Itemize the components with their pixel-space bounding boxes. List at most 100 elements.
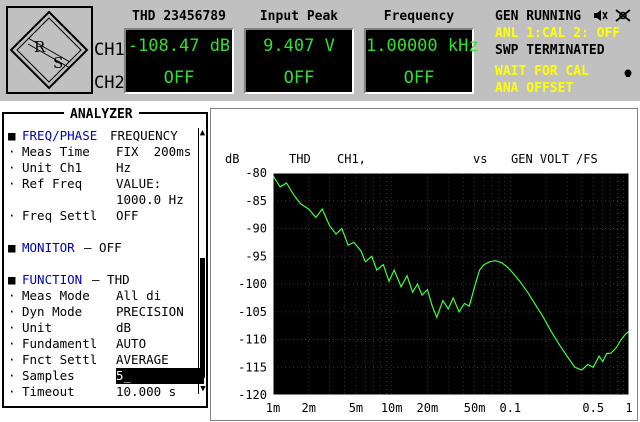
- panel-row[interactable]: · Meas Mode All di: [8, 288, 204, 304]
- scroll-thumb[interactable]: [200, 258, 205, 378]
- row-label: Timeout: [22, 384, 75, 399]
- panel-row: [8, 224, 204, 240]
- panel-scrollbar[interactable]: ▲ ▼: [198, 128, 206, 394]
- input-peak-ch1-value: 9.407 V: [263, 36, 335, 56]
- x-tick-label: 1m: [266, 401, 280, 415]
- row-value[interactable]: 10.000 s: [116, 384, 176, 400]
- panel-row[interactable]: ■ MONITOR — OFF: [8, 240, 204, 256]
- panel-row[interactable]: · Unit dB: [8, 320, 204, 336]
- graph-unit-label: dB: [225, 152, 239, 166]
- thd-graph: dB THD CH1, vs GEN VOLT /FS -80 -85 -90 -95 -100 -…: [225, 152, 633, 415]
- samples-input[interactable]: 5_: [116, 368, 204, 384]
- gen-status: GEN RUNNING: [495, 8, 637, 25]
- plot-area: [272, 172, 630, 396]
- row-bullet: ·: [8, 304, 16, 319]
- thd-ch2-value: OFF: [163, 68, 195, 88]
- panel-row[interactable]: · Fundamentl AUTO: [8, 336, 204, 352]
- x-tick-label: 0.1: [499, 401, 521, 415]
- scroll-up-icon[interactable]: ▲: [199, 128, 206, 138]
- input-peak-meter[interactable]: Input Peak 9.407 V OFF: [244, 6, 354, 94]
- y-tick-label: -120: [238, 388, 267, 402]
- input-peak-meter-title: Input Peak: [259, 9, 339, 24]
- row-value[interactable]: — OFF: [84, 240, 122, 256]
- scroll-down-icon[interactable]: ▼: [199, 384, 207, 394]
- panel-row[interactable]: · Dyn Mode PRECISION: [8, 304, 204, 320]
- row-bullet: ■: [8, 272, 16, 287]
- row-bullet: ·: [8, 160, 16, 175]
- frequency-meter[interactable]: Frequency 1.00000 kHz OFF: [364, 6, 479, 94]
- graph-channel-label: CH1,: [337, 152, 366, 166]
- y-tick-label: -90: [245, 222, 267, 236]
- panel-row[interactable]: · Timeout 10.000 s: [8, 384, 204, 400]
- x-tick-label: 0.5: [582, 401, 604, 415]
- graph-window: dB THD CH1, vs GEN VOLT /FS -80 -85 -90 -95 -100 -…: [210, 108, 638, 421]
- row-label: Samples: [22, 368, 75, 383]
- thd-meter-title: THD 23456789: [132, 9, 226, 24]
- row-bullet: ·: [8, 384, 16, 399]
- panel-row[interactable]: · Freq Settl OFF: [8, 208, 204, 224]
- row-value[interactable]: AUTO: [116, 336, 146, 352]
- row-bullet: ·: [8, 368, 16, 383]
- row-label: MONITOR: [22, 240, 75, 255]
- row-label: Unit: [22, 320, 53, 335]
- row-value[interactable]: 1000.0 Hz: [116, 192, 184, 208]
- panel-row[interactable]: · Fnct Settl AVERAGE: [8, 352, 204, 368]
- row-value[interactable]: Hz: [116, 160, 131, 176]
- x-tick-label: 1: [625, 401, 632, 415]
- row-label: Fundamentl: [22, 336, 98, 351]
- y-tick-label: -105: [238, 305, 267, 319]
- y-tick-label: -80: [245, 166, 267, 180]
- svg-text:S: S: [53, 54, 63, 72]
- ch1-label: CH1: [94, 40, 125, 60]
- row-value[interactable]: FREQUENCY: [110, 128, 178, 144]
- row-value[interactable]: All di: [116, 288, 161, 304]
- plug-icon: [615, 9, 631, 27]
- row-label: FUNCTION: [22, 272, 83, 287]
- row-label: Fnct Settl: [22, 352, 98, 367]
- panel-row[interactable]: ■ FUNCTION — THD: [8, 272, 204, 288]
- rs-logo-icon: R S: [9, 10, 89, 90]
- thd-meter-display: -108.47 dB OFF: [124, 28, 234, 94]
- sweep-status: SWP TERMINATED: [495, 43, 605, 58]
- row-value[interactable]: — THD: [92, 272, 130, 288]
- wait-status-text: WAIT FOR CAL: [495, 64, 589, 79]
- graph-function-label: THD: [289, 152, 311, 166]
- y-tick-label: -115: [238, 360, 267, 374]
- y-tick-label: -95: [245, 249, 267, 263]
- row-value[interactable]: PRECISION: [116, 304, 184, 320]
- panel-row[interactable]: · Unit Ch1 Hz: [8, 160, 204, 176]
- thd-meter[interactable]: THD 23456789 -108.47 dB OFF: [124, 6, 234, 94]
- x-tick-label: 20m: [417, 401, 439, 415]
- analyzer-panel: ANALYZER ■ FREQ/PHASE FREQUENCY · Meas Time F…: [2, 107, 208, 408]
- input-peak-ch2-value: OFF: [283, 68, 315, 88]
- panel-title: ANALYZER: [64, 107, 139, 122]
- row-bullet: ·: [8, 176, 16, 191]
- y-tick-label: -110: [238, 333, 267, 347]
- panel-row[interactable]: · Ref Freq VALUE:: [8, 176, 204, 192]
- row-bullet: ■: [8, 128, 16, 143]
- row-value[interactable]: FIX 200ms: [116, 144, 191, 160]
- bell-icon: [623, 66, 633, 83]
- svg-text:R: R: [34, 38, 46, 56]
- panel-row[interactable]: · Meas Time FIX 200ms: [8, 144, 204, 160]
- row-label: FREQ/PHASE: [22, 128, 98, 143]
- wait-status-line2: ANA OFFSET: [495, 81, 574, 96]
- panel-row[interactable]: · Samples 5_: [8, 368, 204, 384]
- row-bullet: ■: [8, 240, 16, 255]
- x-tick-label: 2m: [301, 401, 315, 415]
- row-value[interactable]: OFF: [116, 208, 139, 224]
- gen-status-text: GEN RUNNING: [495, 9, 582, 24]
- input-peak-display: 9.407 V OFF: [244, 28, 354, 94]
- panel-rows: ■ FREQ/PHASE FREQUENCY · Meas Time FIX 200ms ·…: [8, 128, 204, 400]
- panel-row[interactable]: 1000.0 Hz: [8, 192, 204, 208]
- panel-row[interactable]: ■ FREQ/PHASE FREQUENCY: [8, 128, 204, 144]
- row-value[interactable]: AVERAGE: [116, 352, 169, 368]
- row-value[interactable]: dB: [116, 320, 131, 336]
- graph-xaxis-function-label: GEN VOLT /FS: [511, 152, 598, 166]
- x-tick-label: 10m: [381, 401, 403, 415]
- wait-status-line1: WAIT FOR CAL: [495, 63, 637, 80]
- y-tick-label: -100: [238, 277, 267, 291]
- graph-vs-label: vs: [473, 152, 487, 166]
- row-value[interactable]: VALUE:: [116, 176, 161, 192]
- thd-ch1-value: -108.47 dB: [127, 36, 231, 56]
